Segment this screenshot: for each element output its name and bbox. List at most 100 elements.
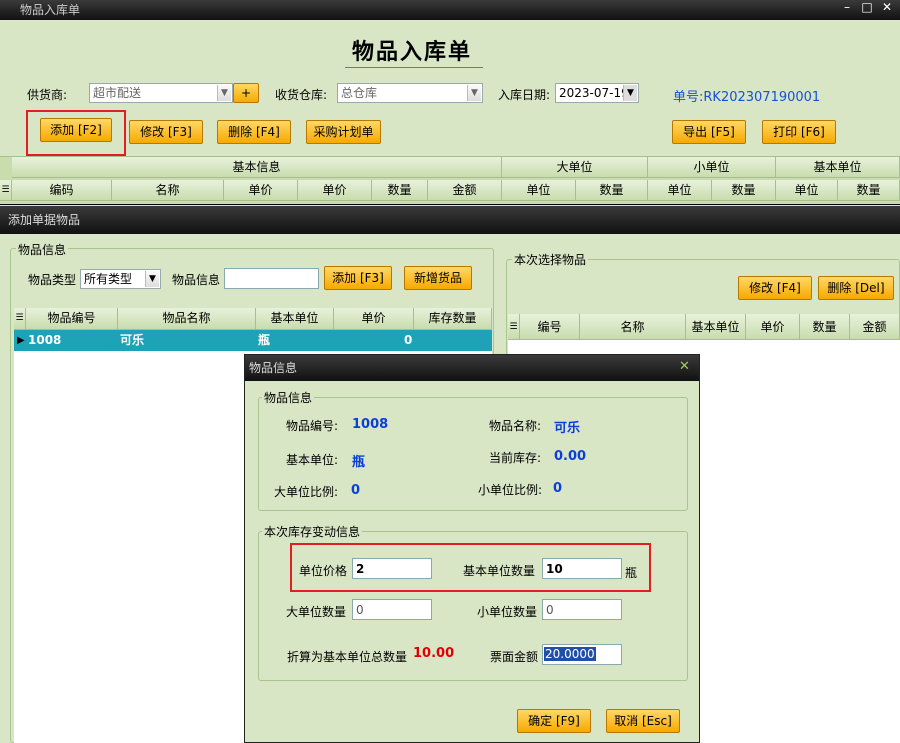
item-search-label: 物品信息 <box>172 273 221 287</box>
order-number: 单号:RK202307190001 <box>673 90 821 105</box>
item-info-group-label: 物品信息 <box>16 241 69 258</box>
add-selected-button[interactable]: 添加 [F3] <box>324 266 392 290</box>
item-type-label: 物品类型 <box>28 273 77 287</box>
amount-value: 20.0000 <box>544 647 596 661</box>
row-selector-icon: ☰ <box>508 314 520 340</box>
highlight-box <box>290 543 651 592</box>
table-row[interactable]: ▶ 1008 可乐 瓶 0 <box>14 330 492 351</box>
row-unit: 瓶 <box>258 333 271 347</box>
total-base-qty-value: 10.00 <box>413 646 455 661</box>
small-qty-label: 小单位数量 <box>477 605 538 619</box>
delete-item-button[interactable]: 删除 [F4] <box>217 120 291 144</box>
edit-item-button[interactable]: 修改 [F3] <box>129 120 203 144</box>
col-code[interactable]: 编码 <box>12 180 112 201</box>
new-goods-button[interactable]: 新增货品 <box>404 266 472 290</box>
col-unit[interactable]: 单价 <box>224 180 298 201</box>
col-amount[interactable]: 金额 <box>428 180 502 201</box>
print-button[interactable]: 打印 [F6] <box>762 120 836 144</box>
item-name-label: 物品名称: <box>489 419 542 433</box>
edit-selected-button[interactable]: 修改 [F4] <box>738 276 812 300</box>
confirm-button[interactable]: 确定 [F9] <box>517 709 591 733</box>
group-header-base-unit: 基本单位 <box>776 157 900 178</box>
add-item-titlebar: 添加单据物品 <box>0 206 900 234</box>
col-item-name[interactable]: 物品名称 <box>118 308 256 330</box>
row-selector-icon: ☰ <box>0 180 12 201</box>
chevron-down-icon: ▼ <box>217 85 231 101</box>
item-type-select[interactable]: 所有类型 ▼ <box>80 269 161 289</box>
col-big-qty[interactable]: 数量 <box>576 180 648 201</box>
maximize-icon[interactable]: □ <box>857 0 877 20</box>
col-sel-price[interactable]: 单价 <box>746 314 800 340</box>
add-item-window-title: 添加单据物品 <box>8 213 81 227</box>
chevron-down-icon: ▼ <box>145 271 159 287</box>
selected-items-group-label: 本次选择物品 <box>512 251 589 268</box>
row-selector-icon: ☰ <box>14 308 26 330</box>
current-stock-value: 0.00 <box>554 449 587 464</box>
date-label: 入库日期: <box>498 88 551 102</box>
amount-input[interactable]: 20.0000 <box>542 644 622 665</box>
col-base-qty[interactable]: 数量 <box>838 180 900 201</box>
close-icon[interactable]: ✕ <box>679 359 690 374</box>
page-title: 物品入库单 <box>352 40 473 65</box>
cancel-button[interactable]: 取消 [Esc] <box>606 709 680 733</box>
date-picker[interactable]: 2023-07-19 ▼ <box>555 83 639 103</box>
supplier-value: 超市配送 <box>93 86 142 100</box>
item-code-label: 物品编号: <box>286 419 339 433</box>
col-item-unit[interactable]: 基本单位 <box>256 308 334 330</box>
delete-selected-button[interactable]: 删除 [Del] <box>818 276 894 300</box>
main-titlebar: 物品入库单 <box>0 0 900 20</box>
col-item-code[interactable]: 物品编号 <box>26 308 118 330</box>
purchase-plan-button[interactable]: 采购计划单 <box>306 120 381 144</box>
dialog-title: 物品信息 <box>249 361 298 375</box>
item-unit-label: 基本单位: <box>286 453 339 467</box>
add-supplier-button[interactable]: + <box>233 83 259 103</box>
warehouse-label: 收货仓库: <box>275 88 328 102</box>
total-base-qty-label: 折算为基本单位总数量 <box>287 650 408 664</box>
supplier-select[interactable]: 超市配送 ▼ <box>89 83 233 103</box>
small-unit-ratio-label: 小单位比例: <box>478 483 543 497</box>
col-sel-name[interactable]: 名称 <box>580 314 686 340</box>
big-unit-ratio-label: 大单位比例: <box>274 485 339 499</box>
close-icon[interactable]: ✕ <box>877 0 897 20</box>
dialog-change-group-label: 本次库存变动信息 <box>262 523 363 540</box>
col-sel-qty[interactable]: 数量 <box>800 314 850 340</box>
col-sel-amount[interactable]: 金额 <box>850 314 900 340</box>
chevron-down-icon: ▼ <box>623 85 637 101</box>
row-price: 0 <box>404 333 413 347</box>
current-stock-label: 当前库存: <box>489 451 542 465</box>
item-unit-value: 瓶 <box>352 455 366 470</box>
dialog-item-group-label: 物品信息 <box>262 389 315 406</box>
item-name-value: 可乐 <box>554 421 581 436</box>
export-button[interactable]: 导出 [F5] <box>672 120 746 144</box>
group-header-basic: 基本信息 <box>12 157 502 178</box>
group-header-small-unit: 小单位 <box>648 157 776 178</box>
item-code-value: 1008 <box>352 417 389 432</box>
main-window-title: 物品入库单 <box>20 3 81 17</box>
item-search-input[interactable] <box>224 268 319 289</box>
col-sel-code[interactable]: 编号 <box>520 314 580 340</box>
highlight-box <box>26 110 126 156</box>
chevron-down-icon: ▼ <box>467 85 481 101</box>
col-name[interactable]: 名称 <box>112 180 224 201</box>
col-sel-unit[interactable]: 基本单位 <box>686 314 746 340</box>
group-header-big-unit: 大单位 <box>502 157 648 178</box>
col-big-unit[interactable]: 单位 <box>502 180 576 201</box>
col-small-unit[interactable]: 单位 <box>648 180 712 201</box>
col-price[interactable]: 单价 <box>298 180 372 201</box>
title-underline <box>345 67 483 68</box>
dialog-titlebar: 物品信息 <box>245 355 699 381</box>
warehouse-select[interactable]: 总仓库 ▼ <box>337 83 483 103</box>
col-qty[interactable]: 数量 <box>372 180 428 201</box>
small-unit-ratio-value: 0 <box>553 481 563 496</box>
big-qty-input[interactable] <box>352 599 432 620</box>
current-row-icon: ▶ <box>17 335 25 346</box>
row-code: 1008 <box>28 333 62 347</box>
minimize-icon[interactable]: – <box>837 0 857 20</box>
col-item-stock[interactable]: 库存数量 <box>414 308 492 330</box>
supplier-label: 供货商: <box>27 88 68 102</box>
small-qty-input[interactable] <box>542 599 622 620</box>
col-item-price[interactable]: 单价 <box>334 308 414 330</box>
col-small-qty[interactable]: 数量 <box>712 180 776 201</box>
amount-label: 票面金额 <box>490 650 539 664</box>
col-base-unit[interactable]: 单位 <box>776 180 838 201</box>
